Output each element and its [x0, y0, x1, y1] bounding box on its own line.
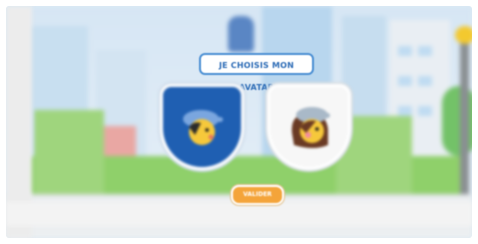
game-viewport: JE CHOISIS MON AVATAR VALIDER	[6, 6, 472, 238]
boy-avatar-icon	[183, 110, 223, 145]
window	[398, 46, 412, 56]
girl-avatar-icon	[291, 107, 330, 148]
screen-title: JE CHOISIS MON AVATAR	[199, 53, 314, 92]
window	[398, 106, 412, 116]
lamp-light	[455, 26, 472, 44]
confirm-button[interactable]: VALIDER	[231, 185, 284, 205]
bottom-bar	[6, 202, 472, 226]
window	[398, 76, 412, 86]
green-hedge	[34, 110, 104, 194]
avatar-card-boy[interactable]	[160, 84, 244, 170]
avatar-card-girl[interactable]	[267, 84, 351, 170]
window	[418, 106, 432, 116]
background-character	[228, 16, 254, 52]
window	[418, 46, 432, 56]
lamp-post	[460, 40, 469, 194]
window	[418, 76, 432, 86]
